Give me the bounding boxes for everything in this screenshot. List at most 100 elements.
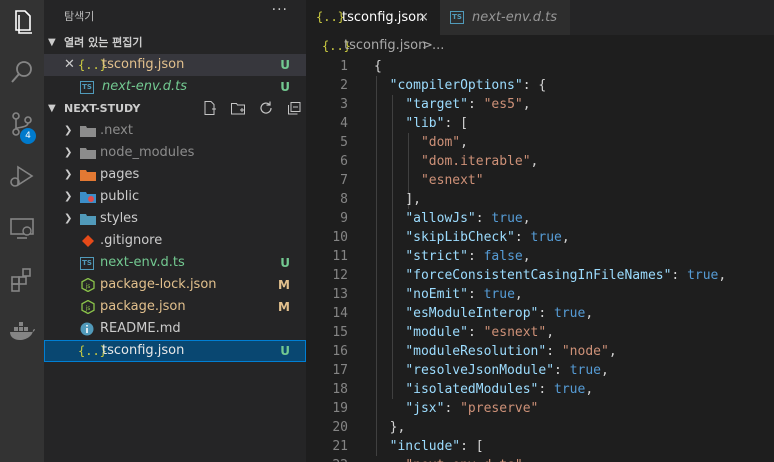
line-number: 12 [332,268,348,283]
line-number: 3 [340,97,348,112]
tree-item-folder[interactable]: ❯ pages [44,164,306,186]
tree-item-file[interactable]: {..} tsconfig.json U [44,340,306,362]
chevron-right-icon: ❯ [64,169,73,180]
tab-next-env[interactable]: TS next-env.d.ts [440,0,570,35]
public-folder-icon [80,190,96,204]
json-file-icon: {..} [316,10,345,24]
info-icon [80,322,96,336]
open-editor-item-tsconfig[interactable]: ✕ {..} tsconfig.json U [44,54,306,76]
code-line: "jsx": "preserve" [405,401,539,416]
sidebar-title: 탐색기 [64,10,95,23]
open-editor-label: next-env.d.ts [102,79,187,94]
explorer-sidebar: 탐색기 ··· ▼ 열려 있는 편집기 ✕ {..} tsconfig.json… [44,0,306,462]
tree-item-folder[interactable]: ❯ node_modules [44,142,306,164]
code-line: "forceConsistentCasingInFileNames": true… [405,268,727,283]
tree-item-file[interactable]: README.md [44,318,306,340]
close-icon[interactable]: ✕ [64,54,75,76]
line-number: 14 [332,306,348,321]
collapse-all-icon[interactable] [286,100,302,116]
new-file-icon[interactable] [202,100,218,116]
project-header[interactable]: ▼ NEXT-STUDY [44,98,306,120]
line-number: 10 [332,230,348,245]
chevron-right-icon: ❯ [64,125,73,136]
open-editor-item-next-env[interactable]: TS next-env.d.ts U [44,76,306,98]
tab-tsconfig[interactable]: {..} tsconfig.json × [306,0,440,35]
folder-icon [80,124,96,138]
typescript-file-icon: TS [80,257,94,270]
chevron-right-icon: ❯ [64,147,73,158]
tree-item-label: pages [100,167,140,182]
explorer-icon[interactable] [6,6,38,38]
tree-item-folder[interactable]: ❯ styles [44,208,306,230]
close-icon[interactable]: × [418,0,429,35]
line-number: 20 [332,420,348,435]
tree-item-label: package.json [100,299,186,314]
svg-text:js: js [85,305,91,312]
extensions-icon[interactable] [6,264,38,296]
tree-item-folder[interactable]: ❯ .next [44,120,306,142]
docker-icon[interactable] [6,316,38,348]
tree-item-label: .next [100,123,133,138]
open-editors-label: 열려 있는 편집기 [64,36,143,49]
code-line: "module": "esnext", [405,325,555,340]
typescript-file-icon: TS [80,81,94,94]
code-line: "include": [ [389,439,484,454]
new-folder-icon[interactable] [230,100,246,116]
line-number: 4 [340,116,348,131]
code-line: "moduleResolution": "node", [405,344,617,359]
refresh-icon[interactable] [258,100,274,116]
npm-icon: js [80,299,96,315]
line-number: 8 [340,192,348,207]
chevron-right-icon: ❯ [64,213,73,224]
code-line: "resolveJsonModule": true, [405,363,609,378]
breadcrumb-file[interactable]: tsconfig.json [344,35,426,57]
line-number: 2 [340,78,348,93]
tree-item-label: public [100,189,140,204]
code-line: "noEmit": true, [405,287,523,302]
code-line: "target": "es5", [405,97,531,112]
tree-item-file[interactable]: js package-lock.json M [44,274,306,296]
code-line: ], [405,192,421,207]
git-status-badge: U [280,256,290,270]
run-debug-icon[interactable] [6,160,38,192]
line-number: 16 [332,344,348,359]
tree-item-label: next-env.d.ts [100,255,185,270]
tree-item-folder[interactable]: ❯ public [44,186,306,208]
tree-item-label: package-lock.json [100,277,217,292]
svg-text:js: js [85,283,91,290]
tree-item-file[interactable]: .gitignore [44,230,306,252]
git-status-badge: U [280,80,290,94]
npm-icon: js [80,277,96,293]
pages-folder-icon [80,168,96,182]
search-icon[interactable] [6,56,38,88]
code-line: "isolatedModules": true, [405,382,594,397]
code-line: "esnext" [420,173,484,188]
folder-icon [80,146,96,160]
line-number: 22 [306,456,348,462]
git-status-badge: U [280,344,290,358]
more-actions-button[interactable]: ··· [272,2,288,18]
breadcrumb-more[interactable]: ... [432,35,444,57]
line-number: 13 [332,287,348,302]
line-number: 19 [332,401,348,416]
line-number: 21 [332,439,348,454]
editor-tabs: {..} tsconfig.json × TS next-env.d.ts [306,0,774,35]
typescript-file-icon: TS [450,11,464,24]
chevron-down-icon: ▼ [48,37,56,48]
chevron-down-icon: ▼ [48,103,56,114]
tree-item-file[interactable]: TS next-env.d.ts U [44,252,306,274]
code-line: "lib": [ [405,116,468,131]
tab-label: tsconfig.json [342,10,425,25]
tree-item-label: styles [100,211,138,226]
code-editor[interactable]: 1 { 2 "compilerOptions": { 3 "target": "e… [306,57,774,462]
code-line: }, [389,420,406,435]
line-number: 1 [340,59,348,74]
open-editors-header[interactable]: ▼ 열려 있는 편집기 [44,32,306,54]
open-editor-label: tsconfig.json [102,57,185,72]
scm-badge: 4 [20,128,36,144]
line-number: 11 [332,249,348,264]
tree-item-file[interactable]: js package.json M [44,296,306,318]
code-line: "compilerOptions": { [389,78,547,93]
remote-explorer-icon[interactable] [6,212,38,244]
line-number: 7 [340,173,348,188]
